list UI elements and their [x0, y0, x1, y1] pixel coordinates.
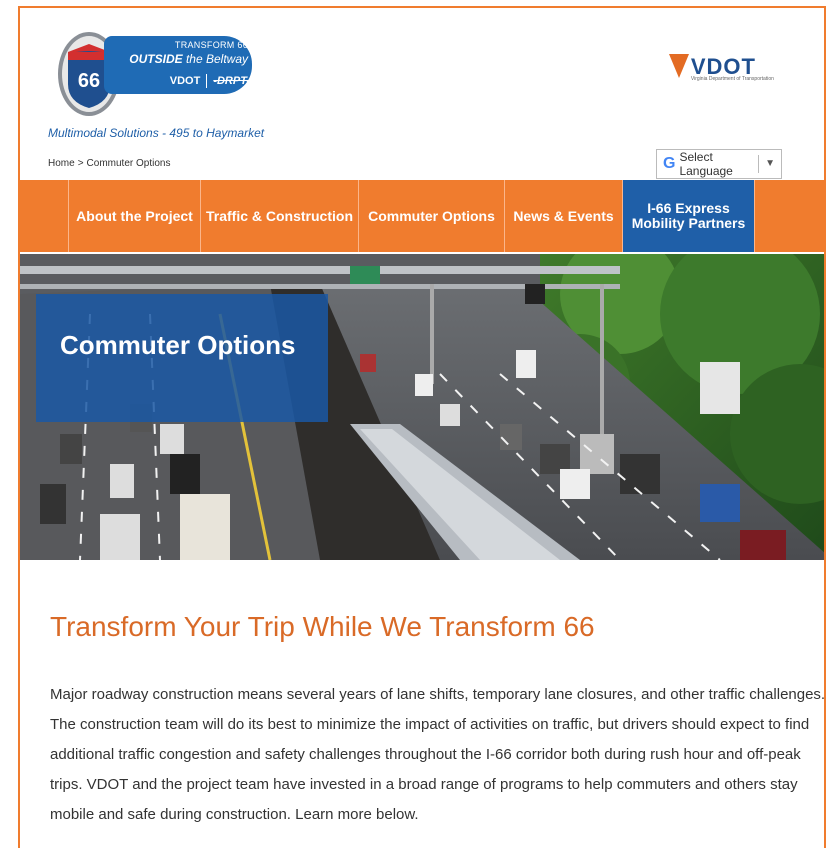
intro-paragraph: Major roadway construction means several… [50, 680, 826, 830]
breadcrumb-home-link[interactable]: Home [48, 158, 75, 169]
vdot-logo[interactable]: VDOT Virginia Department of Transportati… [668, 54, 774, 82]
nav-commuter-options[interactable]: Commuter Options [358, 180, 504, 252]
nav-news-events[interactable]: News & Events [504, 180, 622, 252]
banner-line1: TRANSFORM 66 [174, 40, 248, 50]
page-heading: Transform Your Trip While We Transform 6… [50, 611, 595, 642]
nav-express-line1: I-66 Express [647, 200, 730, 216]
hero-banner: Commuter Options [20, 254, 824, 560]
breadcrumb-current: Commuter Options [86, 158, 171, 169]
vdot-chevron-icon [668, 54, 689, 78]
nav-express-line2: Mobility Partners [631, 215, 746, 231]
vdot-logo-subtitle: Virginia Department of Transportation [690, 76, 774, 82]
page-frame: 66 TRANSFORM 66 OUTSIDE the Beltway VDOT… [18, 6, 826, 848]
paragraph-line: Major roadway construction means several… [50, 686, 826, 703]
paragraph-line: additional traffic congestion and safety… [50, 746, 801, 763]
paragraph-line: mobile and safe during construction. Lea… [50, 806, 419, 823]
banner-vdot: VDOT [169, 75, 201, 87]
main-nav: About the Project Traffic & Construction… [20, 180, 824, 252]
banner-line2: OUTSIDE the Beltway [129, 52, 248, 66]
paragraph-line: trips. VDOT and the project team have in… [50, 776, 798, 793]
breadcrumb-separator: > [77, 158, 84, 169]
banner-partners: VDOT -DRPT- [138, 72, 250, 90]
google-g-icon: G [663, 155, 676, 172]
hero-title-box: Commuter Options [36, 294, 328, 422]
hero-title: Commuter Options [60, 330, 296, 360]
banner-drpt: -DRPT- [213, 75, 250, 87]
language-select[interactable]: G Select Language ▼ [656, 149, 782, 179]
paragraph-line: The construction team will do its best t… [50, 716, 810, 733]
divider [206, 74, 208, 88]
logo-banner: TRANSFORM 66 OUTSIDE the Beltway VDOT -D… [104, 36, 252, 94]
nav-about-the-project[interactable]: About the Project [68, 180, 200, 252]
breadcrumb: Home > Commuter Options [48, 158, 170, 169]
nav-traffic-construction[interactable]: Traffic & Construction [200, 180, 358, 252]
nav-spacer [754, 180, 824, 252]
chevron-down-icon: ▼ [758, 155, 781, 173]
logo-tagline: Multimodal Solutions - 495 to Haymarket [48, 126, 265, 140]
language-select-label: Select Language [679, 150, 733, 178]
transform66-logo[interactable]: 66 TRANSFORM 66 OUTSIDE the Beltway VDOT… [46, 16, 264, 140]
vdot-logo-text: VDOT [690, 54, 756, 79]
nav-express-mobility-partners[interactable]: I-66 Express Mobility Partners [622, 180, 754, 252]
